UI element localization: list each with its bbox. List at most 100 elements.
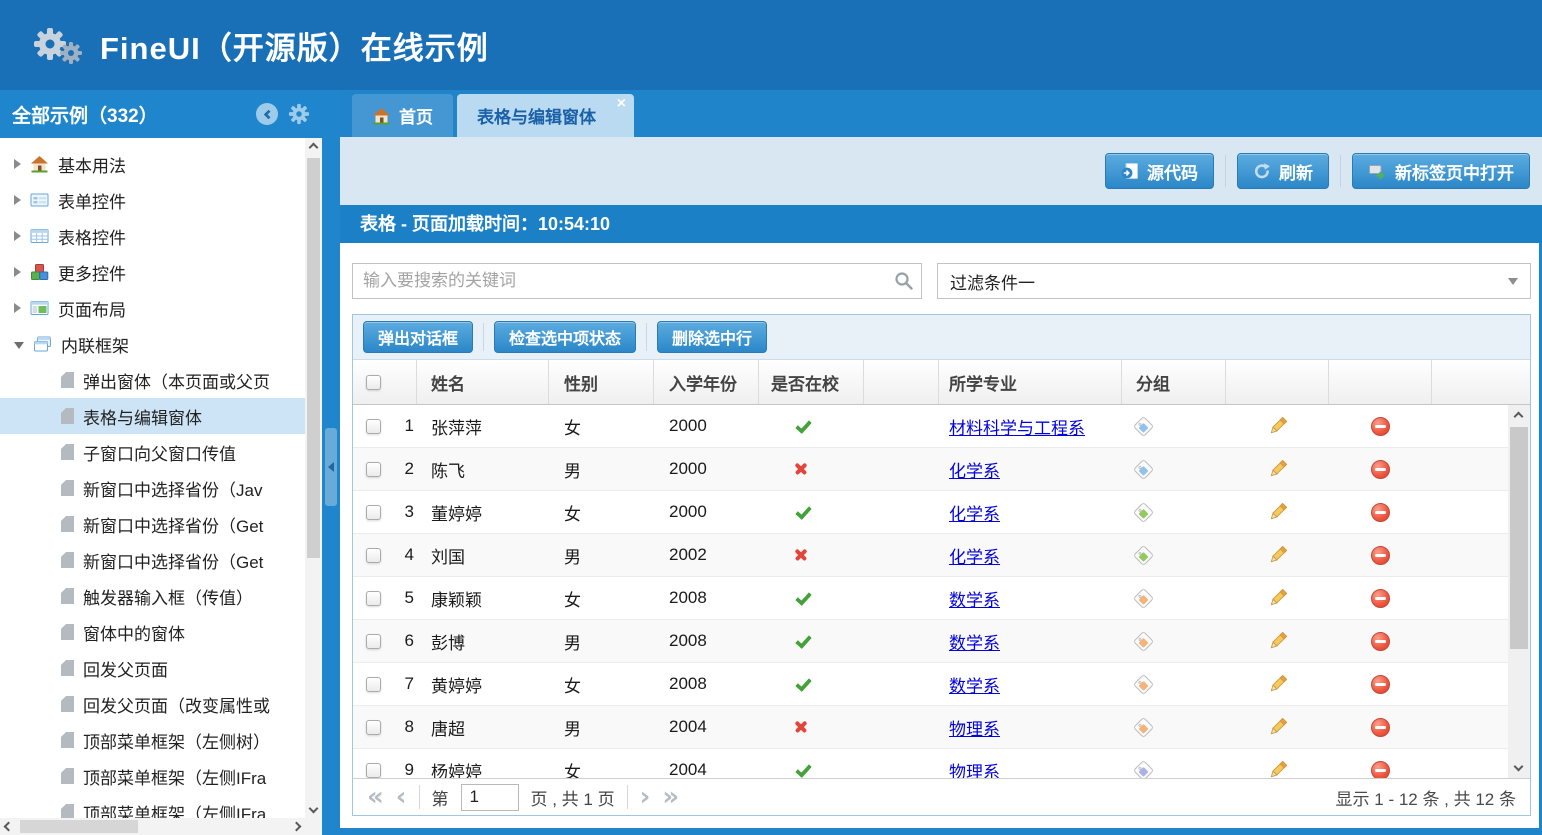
- source-code-button[interactable]: 源代码: [1105, 153, 1214, 189]
- expand-arrow-icon[interactable]: [14, 159, 21, 169]
- sidebar-item-inline-frames[interactable]: 内联框架: [0, 326, 305, 362]
- select-all-checkbox[interactable]: [366, 375, 381, 390]
- sidebar-horizontal-scrollbar[interactable]: [0, 818, 305, 835]
- delete-row-icon[interactable]: [1371, 589, 1390, 608]
- major-link[interactable]: 化学系: [949, 462, 1000, 481]
- tab-home[interactable]: 首页: [352, 94, 453, 137]
- splitter-collapse-handle[interactable]: [325, 428, 337, 506]
- row-checkbox[interactable]: [366, 634, 381, 649]
- scroll-right-icon[interactable]: [292, 822, 302, 832]
- search-input[interactable]: [352, 263, 922, 299]
- scroll-left-icon[interactable]: [4, 822, 14, 832]
- table-row[interactable]: 9 杨婷婷 女 2004 物理系: [353, 749, 1530, 778]
- sidebar-item-more-controls[interactable]: 更多控件: [0, 254, 305, 290]
- sidebar-item-grid-controls[interactable]: 表格控件: [0, 218, 305, 254]
- close-tab-icon[interactable]: [617, 95, 626, 113]
- edit-pencil-icon[interactable]: [1267, 544, 1289, 566]
- edit-pencil-icon[interactable]: [1267, 673, 1289, 695]
- edit-pencil-icon[interactable]: [1267, 501, 1289, 523]
- settings-gear-icon[interactable]: [288, 103, 310, 125]
- delete-row-icon[interactable]: [1371, 460, 1390, 479]
- sidebar-item-basic-usage[interactable]: 基本用法: [0, 146, 305, 182]
- row-checkbox[interactable]: [366, 462, 381, 477]
- page-number-input[interactable]: [461, 784, 519, 811]
- table-row[interactable]: 6 彭博 男 2008 数学系: [353, 620, 1530, 663]
- major-link[interactable]: 数学系: [949, 591, 1000, 610]
- scroll-up-icon[interactable]: [309, 143, 319, 153]
- sidebar-item-top-menu-iframe1[interactable]: 顶部菜单框架（左侧IFra: [0, 758, 305, 794]
- filter-dropdown[interactable]: 过滤条件一: [937, 263, 1531, 299]
- expand-arrow-icon[interactable]: [14, 195, 21, 205]
- sidebar-item-postback-parent[interactable]: 回发父页面: [0, 650, 305, 686]
- delete-row-icon[interactable]: [1371, 503, 1390, 522]
- major-link[interactable]: 化学系: [949, 505, 1000, 524]
- row-checkbox[interactable]: [366, 548, 381, 563]
- prev-page-icon[interactable]: [396, 784, 407, 810]
- first-page-icon[interactable]: [367, 784, 384, 810]
- scroll-down-icon[interactable]: [1514, 762, 1524, 772]
- edit-pencil-icon[interactable]: [1267, 587, 1289, 609]
- row-checkbox[interactable]: [366, 505, 381, 520]
- table-row[interactable]: 5 康颖颖 女 2008 数学系: [353, 577, 1530, 620]
- edit-pencil-icon[interactable]: [1267, 759, 1289, 778]
- sidebar-item-postback-parent-attr[interactable]: 回发父页面（改变属性或: [0, 686, 305, 722]
- sidebar-item-top-menu-tree[interactable]: 顶部菜单框架（左侧树）: [0, 722, 305, 758]
- major-link[interactable]: 化学系: [949, 548, 1000, 567]
- next-page-icon[interactable]: [640, 784, 651, 810]
- row-checkbox[interactable]: [366, 591, 381, 606]
- open-dialog-button[interactable]: 弹出对话框: [363, 321, 473, 353]
- edit-pencil-icon[interactable]: [1267, 630, 1289, 652]
- expand-arrow-icon[interactable]: [14, 303, 21, 313]
- sidebar-item-select-province-get1[interactable]: 新窗口中选择省份（Get: [0, 506, 305, 542]
- table-row[interactable]: 3 董婷婷 女 2000 化学系: [353, 491, 1530, 534]
- table-row[interactable]: 4 刘国 男 2002 化学系: [353, 534, 1530, 577]
- scrollbar-thumb[interactable]: [307, 158, 320, 558]
- sidebar-item-page-layout[interactable]: 页面布局: [0, 290, 305, 326]
- row-checkbox[interactable]: [366, 720, 381, 735]
- sidebar-item-window-in-window[interactable]: 窗体中的窗体: [0, 614, 305, 650]
- major-link[interactable]: 数学系: [949, 634, 1000, 653]
- scrollbar-thumb[interactable]: [1510, 427, 1528, 649]
- sidebar-item-top-menu-iframe2[interactable]: 顶部菜单框架（左侧IFra: [0, 794, 305, 818]
- scrollbar-thumb[interactable]: [20, 820, 138, 833]
- open-new-tab-button[interactable]: 新标签页中打开: [1352, 153, 1530, 189]
- delete-row-icon[interactable]: [1371, 761, 1390, 779]
- edit-pencil-icon[interactable]: [1267, 415, 1289, 437]
- delete-row-icon[interactable]: [1371, 546, 1390, 565]
- scroll-down-icon[interactable]: [309, 804, 319, 814]
- collapse-sidebar-icon[interactable]: [256, 103, 278, 125]
- last-page-icon[interactable]: [662, 784, 679, 810]
- table-row[interactable]: 8 唐超 男 2004 物理系: [353, 706, 1530, 749]
- sidebar-item-trigger-input[interactable]: 触发器输入框（传值）: [0, 578, 305, 614]
- expand-arrow-icon[interactable]: [14, 267, 21, 277]
- refresh-button[interactable]: 刷新: [1237, 153, 1329, 189]
- major-link[interactable]: 数学系: [949, 677, 1000, 696]
- sidebar-item-select-province-js[interactable]: 新窗口中选择省份（Jav: [0, 470, 305, 506]
- grid-vertical-scrollbar[interactable]: [1508, 405, 1530, 778]
- major-link[interactable]: 物理系: [949, 720, 1000, 739]
- sidebar-item-popup-window[interactable]: 弹出窗体（本页面或父页: [0, 362, 305, 398]
- delete-row-icon[interactable]: [1371, 632, 1390, 651]
- sidebar-vertical-scrollbar[interactable]: [305, 138, 322, 818]
- sidebar-splitter[interactable]: [322, 90, 340, 835]
- delete-row-icon[interactable]: [1371, 675, 1390, 694]
- edit-pencil-icon[interactable]: [1267, 458, 1289, 480]
- sidebar-item-form-controls[interactable]: 表单控件: [0, 182, 305, 218]
- row-checkbox[interactable]: [366, 419, 381, 434]
- collapse-arrow-icon[interactable]: [14, 342, 24, 349]
- scroll-up-icon[interactable]: [1514, 412, 1524, 422]
- tab-grid-edit-window[interactable]: 表格与编辑窗体: [457, 94, 634, 137]
- row-checkbox[interactable]: [366, 677, 381, 692]
- delete-row-icon[interactable]: [1371, 417, 1390, 436]
- table-row[interactable]: 1 张萍萍 女 2000 材料科学与工程系: [353, 405, 1530, 448]
- sidebar-item-child-to-parent[interactable]: 子窗口向父窗口传值: [0, 434, 305, 470]
- delete-selected-button[interactable]: 删除选中行: [657, 321, 767, 353]
- major-link[interactable]: 物理系: [949, 763, 1000, 779]
- check-selected-button[interactable]: 检查选中项状态: [494, 321, 636, 353]
- delete-row-icon[interactable]: [1371, 718, 1390, 737]
- search-icon[interactable]: [894, 271, 914, 291]
- row-checkbox[interactable]: [366, 763, 381, 778]
- edit-pencil-icon[interactable]: [1267, 716, 1289, 738]
- sidebar-item-grid-edit-window[interactable]: 表格与编辑窗体: [0, 398, 305, 434]
- sidebar-item-select-province-get2[interactable]: 新窗口中选择省份（Get: [0, 542, 305, 578]
